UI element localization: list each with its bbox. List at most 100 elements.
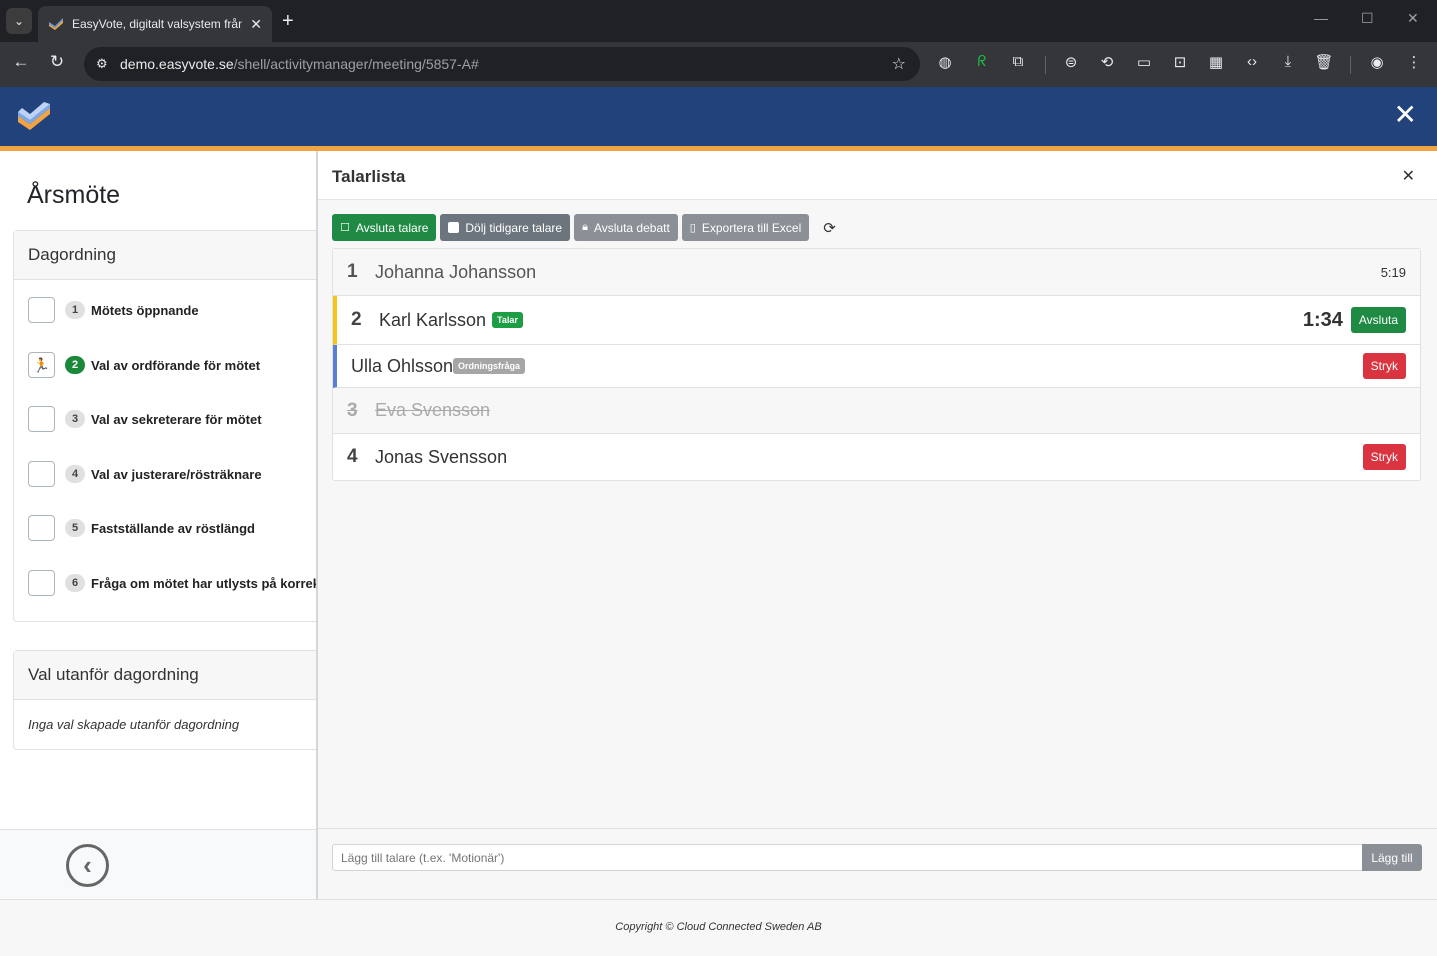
agenda-checkbox[interactable] bbox=[28, 515, 55, 541]
agenda-number-badge: 2 bbox=[65, 356, 85, 374]
url-host: demo.easyvote.se bbox=[120, 56, 234, 72]
browser-toolbar: ← ↻ ⚙ demo.easyvote.se/shell/activityman… bbox=[0, 42, 1437, 87]
speaker-right: Stryk bbox=[1362, 353, 1406, 379]
agenda-label: Val av justerare/rösträknare bbox=[91, 466, 262, 482]
agenda-label: Fastställande av röstlängd bbox=[91, 520, 255, 536]
tab-search-chevron-icon[interactable]: ⌄ bbox=[6, 8, 32, 34]
speaker-name: Ulla Ohlsson bbox=[351, 355, 454, 376]
checkbox-icon bbox=[448, 222, 460, 233]
file-icon: ▯ bbox=[689, 222, 696, 234]
end-speaker-label: Avsluta talare bbox=[355, 220, 429, 235]
window-close-icon[interactable]: ✕ bbox=[1407, 10, 1419, 27]
agenda-number-badge: 5 bbox=[65, 519, 85, 537]
translate-icon[interactable]: ◍ bbox=[934, 53, 956, 71]
agenda-label: Val av ordförande för mötet bbox=[91, 357, 261, 373]
speaker-right: Stryk bbox=[1362, 444, 1406, 470]
panel-close-icon[interactable]: ✕ bbox=[1402, 166, 1415, 186]
speaker-row-struck: 3 Eva Svensson bbox=[333, 388, 1420, 434]
agenda-checkbox[interactable] bbox=[28, 461, 55, 487]
speaker-number: 4 bbox=[347, 446, 358, 467]
maximize-icon[interactable]: ☐ bbox=[1361, 10, 1374, 27]
agenda-item[interactable]: 4 Val av justerare/rösträknare bbox=[28, 461, 262, 487]
speaker-right: 1:34 Avsluta bbox=[1303, 307, 1406, 333]
hide-previous-button[interactable]: Dölj tidigare talare bbox=[440, 214, 571, 241]
speaker-right: 5:19 bbox=[1381, 265, 1406, 280]
stop-square-icon: ☐ bbox=[340, 222, 350, 234]
agenda-item[interactable]: 3 Val av sekreterare för mötet bbox=[28, 406, 262, 432]
extension-green-icon[interactable]: ᖇ bbox=[971, 53, 993, 70]
end-speaker-button[interactable]: ☐ Avsluta talare bbox=[332, 214, 437, 241]
app-header: ✕ bbox=[0, 87, 1437, 151]
agenda-checkbox[interactable] bbox=[28, 406, 55, 432]
agenda-number-badge: 6 bbox=[65, 574, 85, 592]
speaker-number: 3 bbox=[347, 399, 358, 421]
speaker-row: 4 Jonas Svensson Stryk bbox=[333, 434, 1420, 480]
tab-close-icon[interactable]: ✕ bbox=[250, 16, 262, 33]
trash-icon[interactable]: 🗑 bbox=[1313, 53, 1335, 71]
agenda-number-badge: 1 bbox=[65, 301, 85, 319]
agenda-label: Fråga om mötet har utlysts på korrekt bbox=[91, 575, 325, 591]
screenshot-icon[interactable]: ⊡ bbox=[1169, 53, 1191, 71]
back-arrow-icon[interactable]: ← bbox=[9, 52, 33, 72]
speakers-panel-header: Talarlista ✕ bbox=[318, 151, 1437, 200]
end-debate-label: Avsluta debatt bbox=[593, 220, 670, 235]
end-debate-button[interactable]: 🔒︎ Avsluta debatt bbox=[574, 214, 678, 241]
export-excel-button[interactable]: ▯ Exportera till Excel bbox=[681, 214, 810, 241]
speaker-name: Eva Svensson bbox=[375, 400, 491, 420]
agenda-item[interactable]: 6 Fråga om mötet har utlysts på korrekt bbox=[28, 570, 324, 596]
address-bar[interactable]: ⚙ demo.easyvote.se/shell/activitymanager… bbox=[84, 47, 920, 81]
download-icon[interactable]: ⤓ bbox=[1277, 53, 1299, 70]
reading-mode-icon[interactable]: ▭ bbox=[1133, 53, 1155, 71]
agenda-item[interactable]: 5 Fastställande av röstlängd bbox=[28, 515, 255, 541]
browser-tab[interactable]: EasyVote, digitalt valsystem från ✕ bbox=[38, 6, 272, 42]
refresh-icon[interactable]: ⟳ bbox=[823, 219, 836, 237]
agenda-checkbox[interactable] bbox=[28, 297, 55, 323]
speaker-row: 1 Johanna Johansson 5:19 bbox=[333, 249, 1420, 296]
new-tab-icon[interactable]: + bbox=[282, 10, 294, 32]
sidebar-footer: ‹ bbox=[0, 829, 316, 899]
bookmark-star-icon[interactable]: ☆ bbox=[892, 54, 906, 74]
browser-tab-bar: ⌄ EasyVote, digitalt valsystem från ✕ + … bbox=[0, 0, 1437, 42]
strike-button[interactable]: Stryk bbox=[1362, 353, 1406, 379]
hide-previous-label: Dölj tidigare talare bbox=[465, 220, 563, 235]
agenda-label: Val av sekreterare för mötet bbox=[91, 411, 262, 427]
speaker-name: Jonas Svensson bbox=[375, 446, 508, 467]
agenda-label: Mötets öppnande bbox=[91, 302, 199, 318]
browser-menu-icon[interactable]: ⋮ bbox=[1403, 53, 1425, 71]
app-close-icon[interactable]: ✕ bbox=[1394, 99, 1417, 131]
add-speaker-input[interactable] bbox=[332, 844, 1363, 871]
speaking-badge: Talar bbox=[492, 312, 523, 328]
speaker-name: Johanna Johansson bbox=[375, 261, 537, 282]
strike-button[interactable]: Stryk bbox=[1362, 444, 1406, 470]
easyvote-favicon-icon bbox=[49, 18, 63, 30]
site-settings-icon[interactable]: ⚙ bbox=[96, 56, 114, 72]
agenda-card: Dagordning 1 Mötets öppnande 🏃 2 Val av … bbox=[13, 230, 324, 622]
devtools-code-icon[interactable]: ‹› bbox=[1241, 53, 1263, 70]
qr-code-icon[interactable]: ▦ bbox=[1205, 53, 1227, 71]
page-footer: Copyright © Cloud Connected Sweden AB bbox=[0, 899, 1437, 956]
speaker-time: 5:19 bbox=[1380, 264, 1406, 280]
reload-icon[interactable]: ↻ bbox=[45, 52, 69, 72]
incognito-icon[interactable]: ⊜ bbox=[1060, 53, 1082, 71]
easyvote-logo-icon[interactable] bbox=[16, 100, 52, 132]
speaker-number: 2 bbox=[351, 309, 362, 330]
other-votes-card: Val utanför dagordning Inga val skapade … bbox=[13, 650, 316, 750]
agenda-checkbox[interactable] bbox=[28, 570, 55, 596]
speaker-timer: 1:34 bbox=[1302, 308, 1343, 331]
agenda-item-active[interactable]: 🏃 2 Val av ordförande för mötet bbox=[28, 352, 260, 378]
export-excel-label: Exportera till Excel bbox=[701, 220, 802, 235]
agenda-checkbox[interactable]: 🏃 bbox=[28, 352, 55, 378]
extensions-puzzle-icon[interactable]: ⧉ bbox=[1007, 53, 1029, 70]
back-chevron-icon[interactable]: ‹ bbox=[66, 844, 109, 887]
speaker-row-active: 2 Karl Karlsson Talar 1:34 Avsluta bbox=[333, 296, 1420, 345]
finish-speaker-button[interactable]: Avsluta bbox=[1350, 307, 1406, 333]
toolbar-separator bbox=[1350, 56, 1351, 74]
minimize-icon[interactable]: — bbox=[1314, 10, 1328, 26]
history-icon[interactable]: ⟲ bbox=[1096, 53, 1118, 71]
add-speaker-button[interactable]: Lägg till bbox=[1362, 844, 1422, 871]
agenda-item[interactable]: 1 Mötets öppnande bbox=[28, 297, 199, 323]
sidebar: Årsmöte Dagordning 1 Mötets öppnande 🏃 2… bbox=[0, 151, 324, 899]
profile-avatar-icon[interactable]: ◉ bbox=[1366, 53, 1388, 71]
speakers-toolbar: ☐ Avsluta talare Dölj tidigare talare 🔒︎… bbox=[332, 214, 836, 241]
panel-title: Talarlista bbox=[332, 167, 406, 186]
